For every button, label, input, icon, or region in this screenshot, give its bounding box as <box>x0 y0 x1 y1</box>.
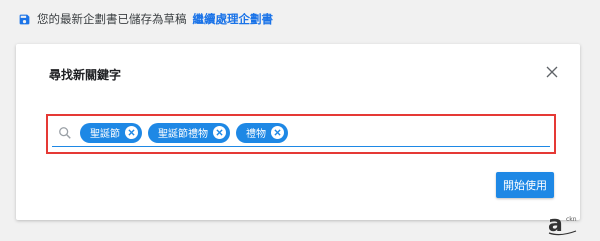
find-keywords-dialog: 尋找新關鍵字 聖誕節 聖誕節禮物 禮物 開始使用 <box>16 44 580 220</box>
chip-label: 禮物 <box>246 129 266 140</box>
remove-chip-icon[interactable] <box>213 126 226 139</box>
close-icon[interactable] <box>544 64 560 80</box>
save-icon <box>18 13 31 26</box>
keyword-search-input[interactable]: 聖誕節 聖誕節禮物 禮物 <box>52 119 550 147</box>
keyword-chip[interactable]: 聖誕節禮物 <box>148 122 230 143</box>
draft-saved-notice: 您的最新企劃書已儲存為草稿 繼續處理企劃書 <box>18 10 273 28</box>
svg-text:ckn: ckn <box>566 216 577 223</box>
remove-chip-icon[interactable] <box>125 126 138 139</box>
keyword-chip[interactable]: 禮物 <box>236 122 288 143</box>
chip-label: 聖誕節 <box>90 129 120 140</box>
keyword-chips: 聖誕節 聖誕節禮物 禮物 <box>80 122 288 143</box>
get-started-button[interactable]: 開始使用 <box>496 172 554 198</box>
remove-chip-icon[interactable] <box>271 126 284 139</box>
search-icon <box>58 126 72 140</box>
chip-label: 聖誕節禮物 <box>158 129 208 140</box>
watermark-logo: a ckn <box>546 211 586 237</box>
dialog-title: 尋找新關鍵字 <box>49 68 122 82</box>
keyword-chip[interactable]: 聖誕節 <box>80 122 142 143</box>
notice-text: 您的最新企劃書已儲存為草稿 <box>37 12 187 26</box>
continue-plan-link[interactable]: 繼續處理企劃書 <box>193 11 274 27</box>
